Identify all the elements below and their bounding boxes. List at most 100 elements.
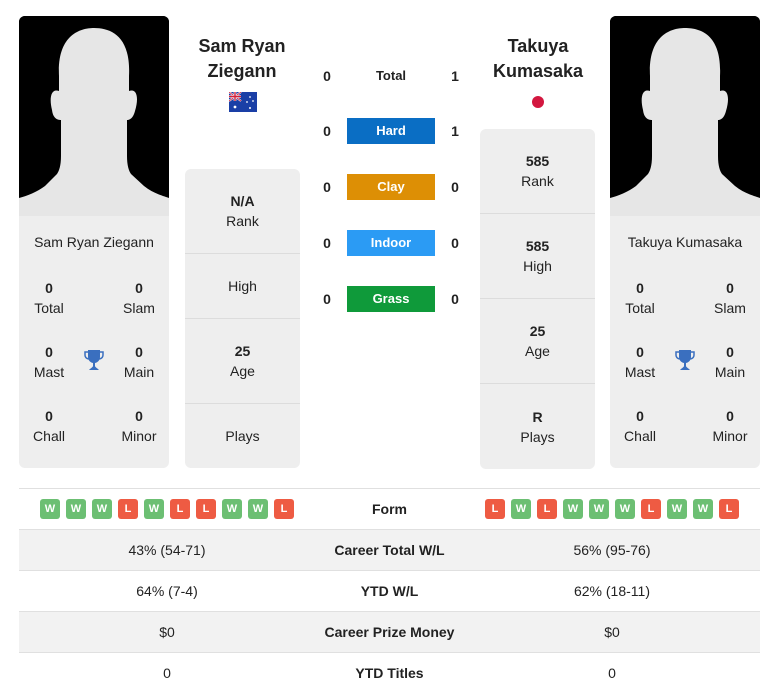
h2h-right-score: 1 <box>451 123 459 139</box>
form-win-badge[interactable]: W <box>563 499 583 519</box>
h2h-right-score: 0 <box>451 291 459 307</box>
player1-name-heading[interactable]: Sam Ryan Ziegann <box>177 34 307 84</box>
info-label: High <box>228 278 257 294</box>
h2h-total-row: 0 Total 1 <box>310 63 470 89</box>
h2h-left-score: 0 <box>323 235 331 251</box>
form-win-badge[interactable]: W <box>222 499 242 519</box>
info-label: Rank <box>521 173 554 189</box>
player2-form: LWLWWWLWWL <box>464 499 760 519</box>
surface-indoor-badge[interactable]: Indoor <box>347 230 435 256</box>
row-label: Career Prize Money <box>324 624 455 640</box>
player-silhouette-icon <box>610 16 760 216</box>
stat-label: Chall <box>33 428 65 444</box>
stat-value: 0 <box>636 344 644 360</box>
form-win-badge[interactable]: W <box>66 499 86 519</box>
h2h-left-score: 0 <box>323 123 331 139</box>
stat-label: Slam <box>123 300 155 316</box>
form-win-badge[interactable]: W <box>248 499 268 519</box>
player1-total-titles: 0 Total <box>19 278 79 318</box>
player2-main-titles: 0 Main <box>700 342 760 382</box>
form-win-badge[interactable]: W <box>615 499 635 519</box>
player2-rank: 585 Rank <box>480 129 595 214</box>
form-win-badge[interactable]: W <box>667 499 687 519</box>
player2-age: 25 Age <box>480 299 595 384</box>
form-loss-badge[interactable]: L <box>118 499 138 519</box>
stat-label: Main <box>714 364 746 380</box>
form-row: WWWLWLLWWL Form LWLWWWLWWL <box>19 488 760 529</box>
player2-chall-titles: 0 Chall <box>610 406 670 446</box>
stat-label: Mast <box>33 364 65 380</box>
player2-mast-titles: 0 Mast <box>610 342 670 382</box>
form-label: Form <box>372 501 407 517</box>
info-value: 25 <box>234 343 251 359</box>
form-loss-badge[interactable]: L <box>719 499 739 519</box>
stat-label: Main <box>123 364 155 380</box>
stat-value: 0 <box>135 280 143 296</box>
player2-value: 0 <box>608 665 616 681</box>
stat-value: 0 <box>135 344 143 360</box>
comparison-table: WWWLWLLWWL Form LWLWWWLWWL 43% (54-71) C… <box>19 488 760 693</box>
h2h-left-score: 0 <box>323 179 331 195</box>
player2-name-heading[interactable]: Takuya Kumasaka <box>473 34 603 84</box>
player1-value: 64% (7-4) <box>136 583 198 599</box>
h2h-grass-row: 0 Grass 0 <box>310 286 470 312</box>
form-loss-badge[interactable]: L <box>170 499 190 519</box>
stat-label: Total <box>625 300 655 316</box>
player1-card: Sam Ryan Ziegann 0 Total 0 Slam 0 Mast 0… <box>19 16 169 468</box>
player2-value: $0 <box>604 624 620 640</box>
info-label: Age <box>525 343 550 359</box>
japan-flag-icon <box>532 96 544 108</box>
player1-value: $0 <box>159 624 175 640</box>
stat-label: Chall <box>624 428 656 444</box>
form-win-badge[interactable]: W <box>511 499 531 519</box>
form-loss-badge[interactable]: L <box>537 499 557 519</box>
table-row: $0 Career Prize Money $0 <box>19 611 760 652</box>
form-win-badge[interactable]: W <box>144 499 164 519</box>
player2-info-column: 585 Rank 585 High 25 Age R Plays <box>480 129 595 469</box>
player2-minor-titles: 0 Minor <box>700 406 760 446</box>
player1-slam-titles: 0 Slam <box>109 278 169 318</box>
player1-minor-titles: 0 Minor <box>109 406 169 446</box>
stat-value: 0 <box>45 280 53 296</box>
player2-value: 56% (95-76) <box>573 542 651 558</box>
player1-main-titles: 0 Main <box>109 342 169 382</box>
form-loss-badge[interactable]: L <box>274 499 294 519</box>
h2h-left-score: 0 <box>323 291 331 307</box>
player1-photo <box>19 16 169 216</box>
table-row: 64% (7-4) YTD W/L 62% (18-11) <box>19 570 760 611</box>
player2-plays: R Plays <box>480 384 595 469</box>
form-loss-badge[interactable]: L <box>196 499 216 519</box>
h2h-right-score: 1 <box>451 68 459 84</box>
form-win-badge[interactable]: W <box>589 499 609 519</box>
player2-value: 62% (18-11) <box>573 583 650 599</box>
player2-high: 585 High <box>480 214 595 299</box>
info-value: N/A <box>230 193 255 209</box>
stat-value: 0 <box>726 280 734 296</box>
h2h-right-score: 0 <box>451 179 459 195</box>
stat-label: Minor <box>121 428 157 444</box>
australia-flag-icon <box>229 92 257 112</box>
form-loss-badge[interactable]: L <box>485 499 505 519</box>
surface-grass-badge[interactable]: Grass <box>347 286 435 312</box>
surface-clay-badge[interactable]: Clay <box>347 174 435 200</box>
player2-card-name[interactable]: Takuya Kumasaka <box>610 234 760 250</box>
form-win-badge[interactable]: W <box>693 499 713 519</box>
player2-photo <box>610 16 760 216</box>
stat-value: 0 <box>45 344 53 360</box>
surface-hard-badge[interactable]: Hard <box>347 118 435 144</box>
player1-card-name[interactable]: Sam Ryan Ziegann <box>19 234 169 250</box>
info-value: 585 <box>525 153 550 169</box>
player1-mast-titles: 0 Mast <box>19 342 79 382</box>
h2h-indoor-row: 0 Indoor 0 <box>310 230 470 256</box>
stat-label: Total <box>34 300 64 316</box>
table-row: 43% (54-71) Career Total W/L 56% (95-76) <box>19 529 760 570</box>
form-loss-badge[interactable]: L <box>641 499 661 519</box>
info-label: Rank <box>226 213 259 229</box>
player1-value: 0 <box>163 665 171 681</box>
form-win-badge[interactable]: W <box>40 499 60 519</box>
h2h-hard-row: 0 Hard 1 <box>310 118 470 144</box>
player2-card: Takuya Kumasaka 0 Total 0 Slam 0 Mast 0 … <box>610 16 760 468</box>
player1-info-column: N/A Rank High 25 Age Plays <box>185 169 300 468</box>
player1-value: 43% (54-71) <box>128 542 206 558</box>
form-win-badge[interactable]: W <box>92 499 112 519</box>
